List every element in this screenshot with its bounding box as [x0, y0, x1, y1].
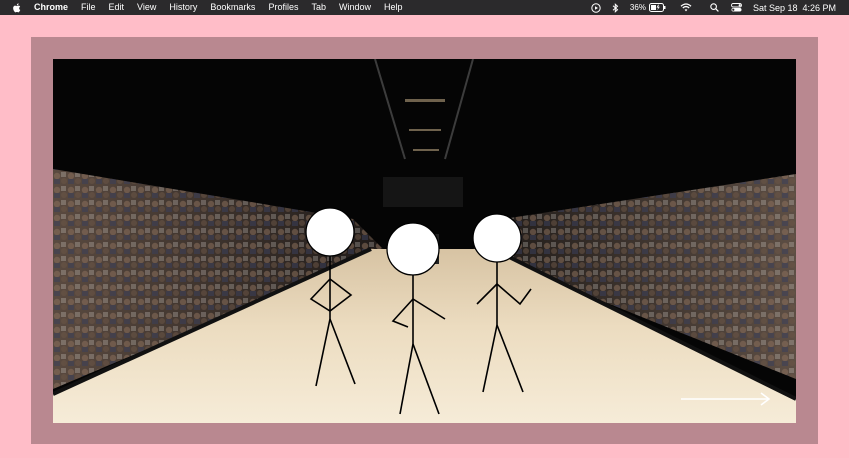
search-icon[interactable]	[710, 3, 719, 12]
menu-bar: Chrome File Edit View History Bookmarks …	[0, 0, 849, 15]
battery-icon[interactable]	[648, 3, 666, 12]
menu-history[interactable]: History	[169, 0, 197, 15]
menu-tab[interactable]: Tab	[311, 0, 326, 15]
menu-edit[interactable]: Edit	[109, 0, 125, 15]
bluetooth-icon[interactable]	[612, 2, 619, 13]
menu-window[interactable]: Window	[339, 0, 371, 15]
menu-profiles[interactable]: Profiles	[268, 0, 298, 15]
menu-file[interactable]: File	[81, 0, 96, 15]
wifi-icon[interactable]	[680, 3, 692, 12]
runway-scene-art	[53, 59, 796, 423]
runway-scene	[53, 59, 796, 423]
control-center-icon[interactable]	[730, 3, 742, 12]
app-menu-chrome[interactable]: Chrome	[34, 0, 68, 15]
apple-icon[interactable]	[12, 2, 21, 13]
clock: Sat Sep 18 4:26 PM	[752, 2, 836, 13]
play-icon[interactable]	[591, 2, 601, 13]
menu-bookmarks[interactable]: Bookmarks	[210, 0, 255, 15]
menu-help[interactable]: Help	[384, 0, 403, 15]
battery-percent: 36%	[629, 3, 646, 12]
menu-view[interactable]: View	[137, 0, 156, 15]
